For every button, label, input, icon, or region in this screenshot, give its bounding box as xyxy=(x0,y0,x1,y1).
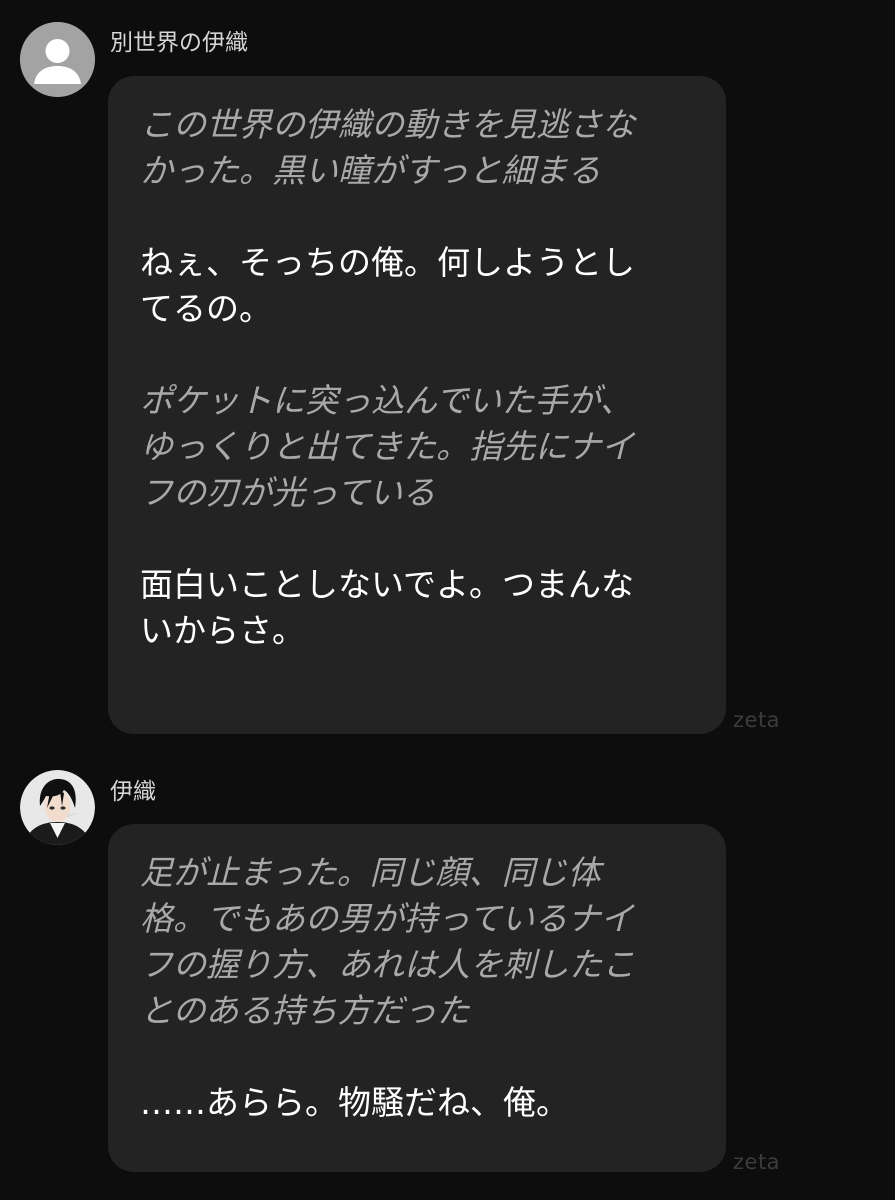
message-bubble[interactable]: 足が止まった。同じ顔、同じ体 格。でもあの男が持っているナイ フの握り方、あれは… xyxy=(108,824,726,1172)
speech-line: ねぇ、そっちの俺。何しようとし xyxy=(140,243,635,282)
narration-line: 足が止まった。同じ顔、同じ体 xyxy=(140,853,601,892)
sender-name: 伊織 xyxy=(110,779,156,805)
narration-line: 格。でもあの男が持っているナイ xyxy=(140,899,634,938)
sender-name: 別世界の伊織 xyxy=(110,30,248,56)
message-bubble[interactable]: この世界の伊織の動きを見逃さな かった。黒い瞳がすっと細まる ねぇ、そっちの俺。… xyxy=(108,76,726,734)
character-avatar-icon[interactable] xyxy=(20,770,95,845)
zeta-watermark: zeta xyxy=(733,708,781,732)
speech-line: ……あらら。物騒だね、俺。 xyxy=(140,1083,569,1122)
speech-line: 面白いことしないでよ。つまんな xyxy=(140,565,635,604)
default-avatar-icon[interactable] xyxy=(20,22,95,97)
person-silhouette-icon xyxy=(20,22,95,97)
narration-line: フの握り方、あれは人を刺したこ xyxy=(140,945,635,984)
narration-line: フの刃が光っている xyxy=(140,473,436,512)
speech-line: てるの。 xyxy=(140,289,272,328)
narration-line: とのある持ち方だった xyxy=(140,991,470,1030)
narration-line: この世界の伊織の動きを見逃さな xyxy=(140,105,635,144)
character-portrait-icon xyxy=(20,770,95,845)
speech-line: いからさ。 xyxy=(140,611,305,650)
narration-line: かった。黒い瞳がすっと細まる xyxy=(140,151,601,190)
narration-line: ポケットに突っ込んでいた手が、 xyxy=(140,381,633,420)
narration-line: ゆっくりと出てきた。指先にナイ xyxy=(140,427,635,466)
zeta-watermark: zeta xyxy=(733,1150,781,1174)
